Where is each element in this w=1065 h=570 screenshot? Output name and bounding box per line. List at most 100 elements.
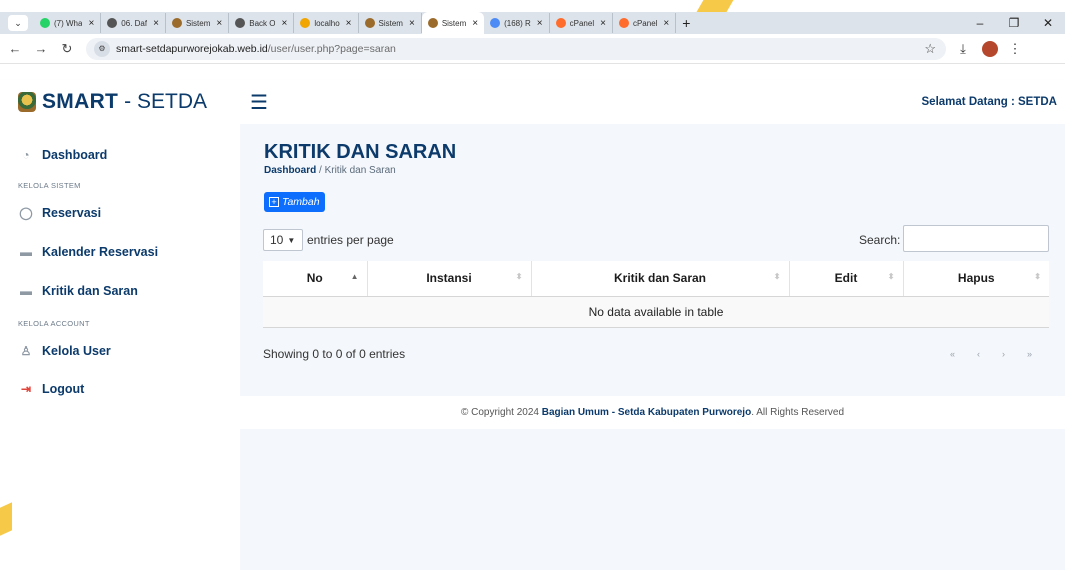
- tab-favicon-icon: [427, 18, 438, 28]
- app-header: SMART - SETDA ☰ Selamat Datang : SETDA: [0, 80, 1065, 124]
- reload-icon[interactable]: ↻: [56, 41, 78, 57]
- close-window-icon[interactable]: ✕: [1031, 16, 1065, 30]
- sidebar-item-label: Logout: [42, 382, 85, 396]
- browser-tab[interactable]: cPanel ×: [550, 13, 613, 33]
- tab-close-icon[interactable]: ×: [88, 18, 94, 29]
- sidebar: ◔ Dashboard KELOLA SISTEM ◯ Reservasi ▬ …: [0, 124, 240, 570]
- browser-tab[interactable]: localho ×: [294, 13, 359, 33]
- footer-prefix: © Copyright 2024: [460, 407, 539, 418]
- breadcrumb-home[interactable]: Dashboard: [264, 165, 316, 176]
- tab-favicon-icon: [364, 18, 375, 28]
- url-path: /user/user.php?page=saran: [267, 42, 396, 55]
- column-label: Hapus: [957, 271, 995, 286]
- sort-icon: ⬍: [1034, 272, 1041, 281]
- last-page-icon[interactable]: »: [1027, 349, 1032, 359]
- forward-icon[interactable]: →: [30, 41, 52, 56]
- footer-org[interactable]: Bagian Umum - Setda Kabupaten Purworejo: [542, 407, 751, 418]
- tab-close-icon[interactable]: ×: [472, 18, 478, 29]
- browser-tab[interactable]: Sistem ×: [421, 12, 485, 34]
- footer-suffix: . All Rights Reserved: [751, 407, 845, 418]
- tab-close-icon[interactable]: ×: [537, 18, 543, 29]
- tab-title: localho: [314, 18, 340, 28]
- column-label: No: [306, 271, 323, 286]
- browser-tab[interactable]: (168) R ×: [484, 13, 550, 33]
- tab-title: Sistem: [185, 18, 211, 28]
- sort-icon: ⬍: [773, 272, 781, 281]
- column-header-kritik[interactable]: Kritik dan Saran ⬍: [530, 261, 789, 297]
- tab-list: (7) Wha × 06. Daf × Sistem × Back O × localho × Si…: [34, 12, 677, 34]
- tab-close-icon[interactable]: ×: [409, 18, 415, 29]
- browser-tab[interactable]: 06. Daf ×: [101, 13, 166, 33]
- tab-close-icon[interactable]: ×: [600, 18, 606, 29]
- decorative-stroke: [696, 0, 734, 12]
- browser-tab[interactable]: (7) Wha ×: [34, 13, 102, 33]
- tab-favicon-icon: [490, 18, 501, 28]
- browser-tab[interactable]: Back O ×: [229, 13, 295, 33]
- sidebar-item-kritik[interactable]: ▬ Kritik dan Saran: [18, 284, 138, 298]
- sidebar-heading-account: KELOLA ACCOUNT: [18, 319, 90, 328]
- sidebar-item-dashboard[interactable]: ◔ Dashboard: [18, 148, 107, 162]
- entries-suffix: entries per page: [307, 233, 394, 247]
- add-button[interactable]: + Tambah: [264, 192, 325, 212]
- tab-favicon-icon: [40, 18, 50, 28]
- page-title: KRITIK DAN SARAN: [264, 141, 457, 163]
- tab-favicon-icon: [235, 18, 246, 28]
- logout-icon: ⇥: [20, 382, 32, 396]
- tab-title: (168) R: [504, 18, 531, 28]
- tab-close-icon[interactable]: ×: [153, 18, 159, 29]
- tab-title: (7) Wha: [54, 18, 83, 28]
- prev-page-icon[interactable]: ‹: [977, 349, 980, 359]
- search-label: Search:: [859, 233, 901, 247]
- tab-close-icon[interactable]: ×: [281, 18, 287, 29]
- sidebar-item-kelola-user[interactable]: ♙ Kelola User: [18, 344, 111, 358]
- column-header-hapus[interactable]: Hapus ⬍: [902, 261, 1049, 297]
- tab-close-icon[interactable]: ×: [216, 18, 222, 29]
- browser-tab[interactable]: Sistem ×: [359, 13, 422, 33]
- search-input[interactable]: [903, 225, 1049, 252]
- back-icon[interactable]: ←: [4, 41, 26, 56]
- table-row: No data available in table: [263, 296, 1049, 328]
- bookmark-star-icon[interactable]: ☆: [924, 41, 936, 57]
- browser-tab[interactable]: cPanel ×: [613, 13, 677, 33]
- maximize-icon[interactable]: ❐: [997, 16, 1031, 30]
- tab-title: cPanel: [569, 18, 595, 28]
- tab-close-icon[interactable]: ×: [663, 18, 669, 29]
- column-header-edit[interactable]: Edit ⬍: [788, 261, 903, 297]
- next-page-icon[interactable]: ›: [1002, 349, 1005, 359]
- minimize-icon[interactable]: –: [963, 16, 997, 30]
- pagination: « ‹ › »: [950, 349, 1032, 359]
- tab-title: Back O: [249, 18, 276, 28]
- entries-select[interactable]: 10 ▼: [263, 229, 303, 251]
- sort-icon: ⬍: [887, 272, 895, 281]
- breadcrumb-current: Kritik dan Saran: [324, 165, 396, 176]
- sidebar-item-kalender[interactable]: ▬ Kalender Reservasi: [18, 245, 158, 259]
- download-icon[interactable]: ⤓: [952, 41, 974, 57]
- column-label: Edit: [834, 271, 858, 286]
- entries-length-control: 10 ▼ entries per page: [263, 229, 394, 251]
- tab-favicon-icon: [555, 18, 566, 28]
- site-info-icon[interactable]: ⚙: [94, 40, 110, 57]
- column-label: Instansi: [426, 271, 472, 286]
- hamburger-menu-icon[interactable]: ☰: [250, 90, 268, 115]
- tab-close-icon[interactable]: ×: [346, 18, 352, 29]
- chevron-down-icon: ▼: [287, 235, 296, 245]
- brand[interactable]: SMART - SETDA: [18, 90, 240, 114]
- sidebar-item-reservasi[interactable]: ◯ Reservasi: [18, 206, 101, 220]
- main-content: KRITIK DAN SARAN Dashboard / Kritik dan …: [240, 124, 1065, 570]
- plus-square-icon: +: [269, 197, 279, 207]
- column-header-no[interactable]: No ▲: [263, 261, 367, 297]
- first-page-icon[interactable]: «: [950, 349, 955, 359]
- sort-asc-icon: ▲: [350, 272, 359, 281]
- window-controls: – ❐ ✕: [963, 12, 1065, 34]
- browser-tab[interactable]: Sistem ×: [166, 13, 230, 33]
- column-header-instansi[interactable]: Instansi ⬍: [366, 261, 531, 297]
- breadcrumb-separator: /: [319, 165, 322, 176]
- url-bar[interactable]: ⚙ smart-setdapurworejokab.web.id/user/us…: [86, 37, 946, 60]
- brand-suffix: - SETDA: [124, 90, 208, 113]
- tab-search-icon[interactable]: ⌄: [8, 15, 28, 31]
- sidebar-item-logout[interactable]: ⇥ Logout: [18, 382, 84, 396]
- profile-avatar[interactable]: [982, 40, 998, 57]
- new-tab-button[interactable]: +: [682, 15, 690, 31]
- tab-title: Sistem: [378, 18, 403, 28]
- menu-kebab-icon[interactable]: ⋮: [1004, 41, 1026, 57]
